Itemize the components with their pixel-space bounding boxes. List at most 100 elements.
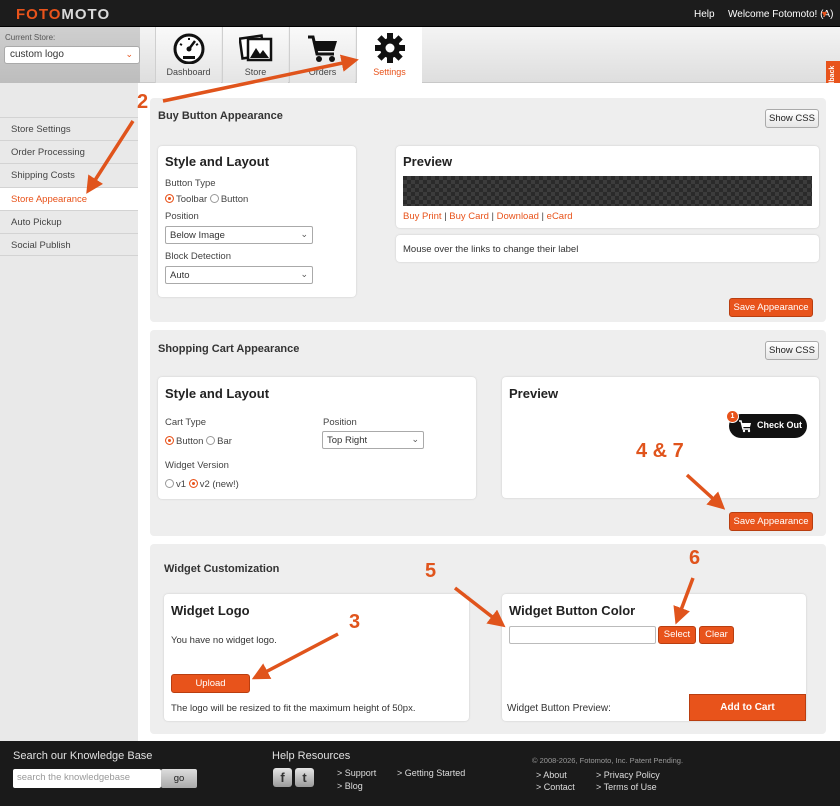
annotation-step-4-7: 4 & 7 <box>636 440 684 462</box>
position-select[interactable]: Below Image ⌄ <box>165 226 313 244</box>
preview-image-placeholder <box>403 176 812 206</box>
block-detection-value: Auto <box>170 270 190 281</box>
radio-cart-button[interactable] <box>165 436 174 445</box>
tab-dashboard[interactable]: Dashboard <box>155 27 221 83</box>
add-to-cart-preview-button[interactable]: Add to Cart <box>689 694 806 721</box>
block-detection-label: Block Detection <box>165 251 232 262</box>
tab-settings[interactable]: Settings <box>356 27 422 83</box>
tab-store-label: Store <box>244 67 267 77</box>
fotomoto-logo[interactable]: FOTOMOTO <box>16 6 110 23</box>
sidebar: Store Settings Order Processing Shipping… <box>0 83 138 741</box>
buy-button-section: Buy Button Appearance Show CSS Style and… <box>150 98 826 322</box>
checkout-button-preview[interactable]: 1 Check Out <box>726 410 807 438</box>
cart-type-label: Cart Type <box>165 417 207 428</box>
chevron-down-icon: ⌄ <box>300 269 308 279</box>
store-select[interactable]: custom logo ⌄ <box>4 46 140 64</box>
footer-link-getting-started[interactable]: > Getting Started <box>397 768 465 778</box>
widget-color-card: Widget Button Color Select Clear Widget … <box>502 594 806 721</box>
chevron-down-icon: ⌄ <box>125 49 133 59</box>
upload-button[interactable]: Upload <box>171 674 250 693</box>
buy-links: Buy Print | Buy Card | Download | eCard <box>403 211 573 222</box>
link-download[interactable]: Download <box>497 211 539 222</box>
buy-style-title: Style and Layout <box>165 154 270 169</box>
cart-type-options: Button Bar <box>165 436 232 447</box>
footer-link-privacy[interactable]: > Privacy Policy <box>596 770 660 780</box>
link-buy-print[interactable]: Buy Print <box>403 211 442 222</box>
cart-position-select[interactable]: Top Right ⌄ <box>322 431 424 449</box>
cart-preview-title: Preview <box>509 386 559 401</box>
chevron-right-icon: > <box>337 768 343 778</box>
cart-save-appearance-button[interactable]: Save Appearance <box>729 512 813 531</box>
sidebar-item-store-settings[interactable]: Store Settings <box>0 117 138 140</box>
privacy-label: Privacy Policy <box>603 770 660 780</box>
tab-store[interactable]: Store <box>222 27 288 83</box>
footer: Search our Knowledge Base search the kno… <box>0 741 840 806</box>
widget-version-label: Widget Version <box>165 460 229 471</box>
cart-title: Shopping Cart Appearance <box>158 343 300 355</box>
cart-style-title: Style and Layout <box>165 386 270 401</box>
buy-preview-title: Preview <box>403 154 453 169</box>
kb-search-input[interactable]: search the knowledgebase <box>13 769 161 788</box>
logo-text-foto: FOTO <box>16 6 62 23</box>
radio-v1[interactable] <box>165 479 174 488</box>
support-label: Support <box>344 768 377 778</box>
account-menu[interactable]: Welcome Fotomoto! (A) <box>728 9 833 20</box>
radio-v1-label: v1 <box>176 479 187 490</box>
footer-link-blog[interactable]: > Blog <box>337 781 363 791</box>
button-type-options: Toolbar Button <box>165 194 248 205</box>
widget-title: Widget Customization <box>164 563 280 575</box>
kb-search-go-button[interactable]: go <box>161 769 197 788</box>
sidebar-item-auto-pickup[interactable]: Auto Pickup <box>0 210 138 233</box>
facebook-icon[interactable]: f <box>273 768 292 787</box>
block-detection-select[interactable]: Auto ⌄ <box>165 266 313 284</box>
sidebar-item-store-appearance[interactable]: Store Appearance <box>0 187 138 210</box>
tab-orders[interactable]: Orders <box>289 27 355 83</box>
buy-button-title: Buy Button Appearance <box>158 110 283 122</box>
twitter-icon[interactable]: t <box>295 768 314 787</box>
radio-toolbar[interactable] <box>165 194 174 203</box>
buy-preview-card: Preview Buy Print | Buy Card | Download … <box>396 146 819 228</box>
speedometer-icon <box>173 33 205 64</box>
radio-button-label: Button <box>220 194 249 205</box>
current-store-label: Current Store: <box>5 33 56 42</box>
sidebar-item-social-publish[interactable]: Social Publish <box>0 233 138 256</box>
clear-color-button[interactable]: Clear <box>699 626 734 644</box>
buy-save-appearance-button[interactable]: Save Appearance <box>729 298 813 317</box>
button-type-label: Button Type <box>165 178 216 189</box>
help-link[interactable]: Help <box>694 9 715 20</box>
cart-show-css-button[interactable]: Show CSS <box>765 341 819 360</box>
chevron-down-icon: ⌄ <box>300 229 308 239</box>
buy-hint-text: Mouse over the links to change their lab… <box>403 244 579 255</box>
footer-link-terms[interactable]: > Terms of Use <box>596 782 657 792</box>
footer-link-support[interactable]: > Support <box>337 768 376 778</box>
cart-style-card: Style and Layout Cart Type Button Bar Po… <box>158 377 476 499</box>
cart-position-label: Position <box>323 417 357 428</box>
color-input[interactable] <box>509 626 656 644</box>
select-color-button[interactable]: Select <box>658 626 696 644</box>
sidebar-item-shipping-costs[interactable]: Shipping Costs <box>0 163 138 186</box>
chevron-right-icon: > <box>596 782 602 792</box>
link-buy-card[interactable]: Buy Card <box>449 211 489 222</box>
footer-link-about[interactable]: > About <box>536 770 567 780</box>
radio-v2[interactable] <box>188 479 198 488</box>
chevron-down-icon: ⌄ <box>411 434 419 444</box>
top-bar: FOTOMOTO Help Welcome Fotomoto! (A) ▼ <box>0 0 840 27</box>
footer-link-contact[interactable]: > Contact <box>536 782 575 792</box>
tab-dashboard-label: Dashboard <box>166 67 211 77</box>
radio-cart-bar[interactable] <box>206 436 216 445</box>
chevron-right-icon: > <box>596 770 602 780</box>
logo-text-moto: MOTO <box>61 6 111 23</box>
widget-color-title: Widget Button Color <box>509 603 636 618</box>
chevron-right-icon: > <box>536 782 542 792</box>
cart-icon <box>308 35 337 62</box>
chevron-down-icon[interactable]: ▼ <box>820 9 829 19</box>
buy-show-css-button[interactable]: Show CSS <box>765 109 819 128</box>
store-select-value: custom logo <box>10 49 64 60</box>
cart-icon <box>739 420 751 433</box>
sidebar-item-order-processing[interactable]: Order Processing <box>0 140 138 163</box>
radio-button[interactable] <box>209 194 219 203</box>
link-ecard[interactable]: eCard <box>547 211 573 222</box>
gear-icon <box>375 33 405 63</box>
contact-label: Contact <box>543 782 575 792</box>
cart-position-value: Top Right <box>327 435 368 446</box>
